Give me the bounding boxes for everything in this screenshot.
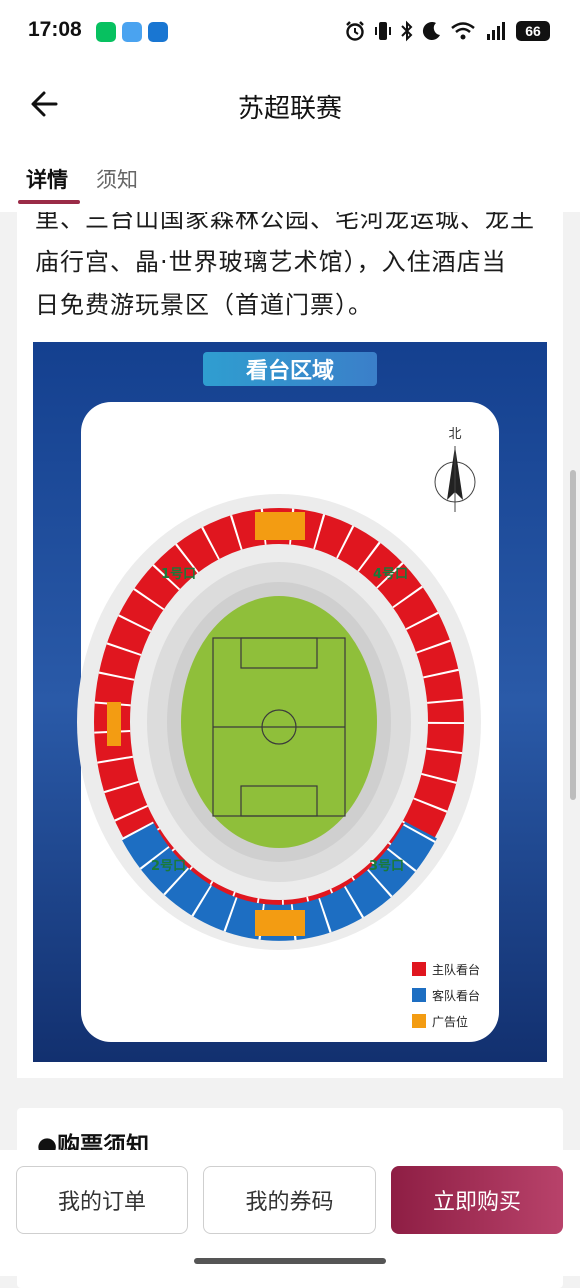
home-indicator[interactable] xyxy=(194,1258,386,1264)
bluetooth-app-icon xyxy=(148,22,168,42)
tab-details[interactable]: 详情 xyxy=(26,164,68,194)
gate-3-label: 3号口 xyxy=(369,859,404,874)
legend-away-label: 客队看台 xyxy=(432,988,480,1003)
detail-description: 里、三台山国家森林公园、宅河龙运城、龙王 庙行宫、晶·世界玻璃艺术馆），入住酒店… xyxy=(35,212,551,327)
ad-position-north xyxy=(255,512,305,540)
tab-notice[interactable]: 须知 xyxy=(96,164,138,194)
wechat-icon xyxy=(96,22,116,42)
status-time: 17:08 xyxy=(28,18,82,41)
description-line: 日免费游玩景区（首道门票）。 xyxy=(35,291,373,319)
status-bar: 17:08 66 xyxy=(0,0,580,62)
stadium-seating-map: 看台区域 北 1号口 2号口 3号口 4号口 主队看台 客队看台 广告位 xyxy=(33,342,547,1062)
legend-ad-label: 广告位 xyxy=(432,1014,468,1029)
status-indicators: 66 xyxy=(344,20,550,42)
weather-icon xyxy=(122,22,142,42)
detail-card: 里、三台山国家森林公园、宅河龙运城、龙王 庙行宫、晶·世界玻璃艺术馆），入住酒店… xyxy=(17,212,563,1078)
wifi-icon xyxy=(451,22,475,40)
football-pitch xyxy=(181,596,377,848)
legend-home-label: 主队看台 xyxy=(432,962,480,977)
description-line: 里、三台山国家森林公园、宅河龙运城、龙王 xyxy=(35,212,535,233)
legend-home-swatch xyxy=(412,962,426,976)
moon-icon xyxy=(422,22,440,41)
page-title: 苏超联赛 xyxy=(237,94,342,124)
ad-position-south xyxy=(255,910,305,936)
legend-away-swatch xyxy=(412,988,426,1002)
bluetooth-icon xyxy=(401,20,413,42)
gate-4-label: 4号口 xyxy=(373,567,408,582)
map-banner-label: 看台区域 xyxy=(246,358,334,384)
legend-ad-swatch xyxy=(412,1014,426,1028)
my-orders-button[interactable]: 我的订单 xyxy=(16,1166,188,1234)
svg-text:北: 北 xyxy=(448,427,461,442)
status-app-icons xyxy=(96,22,168,42)
active-tab-indicator xyxy=(18,200,80,204)
bottom-action-bar: 我的订单 我的券码 立即购买 xyxy=(0,1150,580,1276)
buy-now-button[interactable]: 立即购买 xyxy=(391,1166,563,1234)
nav-bar: 苏超联赛 xyxy=(0,62,580,150)
my-codes-button[interactable]: 我的券码 xyxy=(203,1166,376,1234)
alarm-icon xyxy=(346,21,364,41)
tab-bar: 详情 须知 xyxy=(0,150,580,212)
description-line: 庙行宫、晶·世界玻璃艺术馆），入住酒店当 xyxy=(35,248,507,276)
gate-2-label: 2号口 xyxy=(151,859,186,874)
vibrate-icon xyxy=(375,22,391,40)
signal-5g-icon xyxy=(487,22,505,40)
ad-position-west xyxy=(107,702,121,746)
battery-indicator: 66 xyxy=(516,21,550,41)
gate-1-label: 1号口 xyxy=(161,567,196,582)
page-scrollbar[interactable] xyxy=(570,470,576,800)
